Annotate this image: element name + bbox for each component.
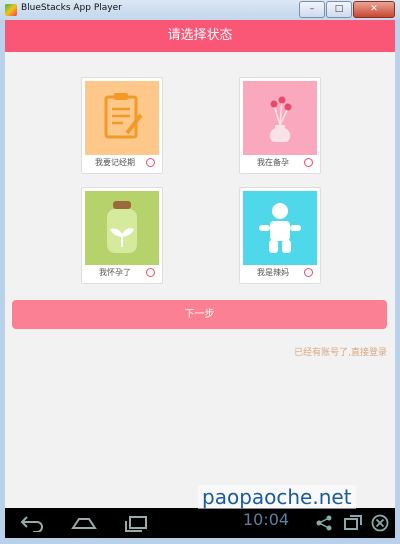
option-radio[interactable] [146,158,155,167]
login-link[interactable]: 已经有账号了,直接登录 [294,345,387,358]
page-title: 请选择状态 [5,20,395,52]
share-icon[interactable] [315,514,333,532]
sprout-jar-icon [85,191,159,265]
option-card-preparing[interactable]: 我在备孕 [239,77,321,174]
option-label: 我要记经期 [95,158,135,167]
option-card-mom[interactable]: 我是辣妈 [239,187,321,284]
option-label: 我是辣妈 [257,268,289,277]
window-bottom-border [0,538,400,544]
window-title: BlueStacks App Player [21,3,122,13]
close-circle-icon[interactable] [371,514,389,532]
option-radio[interactable] [304,158,313,167]
maximize-button[interactable]: □ [326,1,352,18]
option-card-pregnant[interactable]: 我怀孕了 [81,187,163,284]
baby-icon [243,191,317,265]
window-titlebar: BlueStacks App Player – □ ✕ [0,0,400,20]
status-clock: 10:04 [243,510,290,529]
back-icon[interactable] [19,514,45,532]
recent-apps-icon[interactable] [123,514,149,532]
bluestacks-logo-icon [5,4,17,16]
android-navigation-bar: 10:04 [5,508,395,538]
window-mode-icon[interactable] [343,514,363,532]
option-radio[interactable] [304,268,313,277]
option-label: 我在备孕 [257,158,289,167]
window-controls: – □ ✕ [298,1,395,18]
watermark: paopaoche.net [198,485,356,509]
clipboard-icon [85,81,159,155]
app-screen: 请选择状态 我要记经期 我在备孕 我怀孕了 我是辣妈 下一步 已经有账号了,直接… [5,20,395,508]
next-step-button[interactable]: 下一步 [12,300,387,329]
home-icon[interactable] [71,514,97,532]
option-card-period[interactable]: 我要记经期 [81,77,163,174]
option-label: 我怀孕了 [99,268,131,277]
close-button[interactable]: ✕ [353,1,395,18]
minimize-button[interactable]: – [299,1,325,18]
option-radio[interactable] [146,268,155,277]
flower-vase-icon [243,81,317,155]
